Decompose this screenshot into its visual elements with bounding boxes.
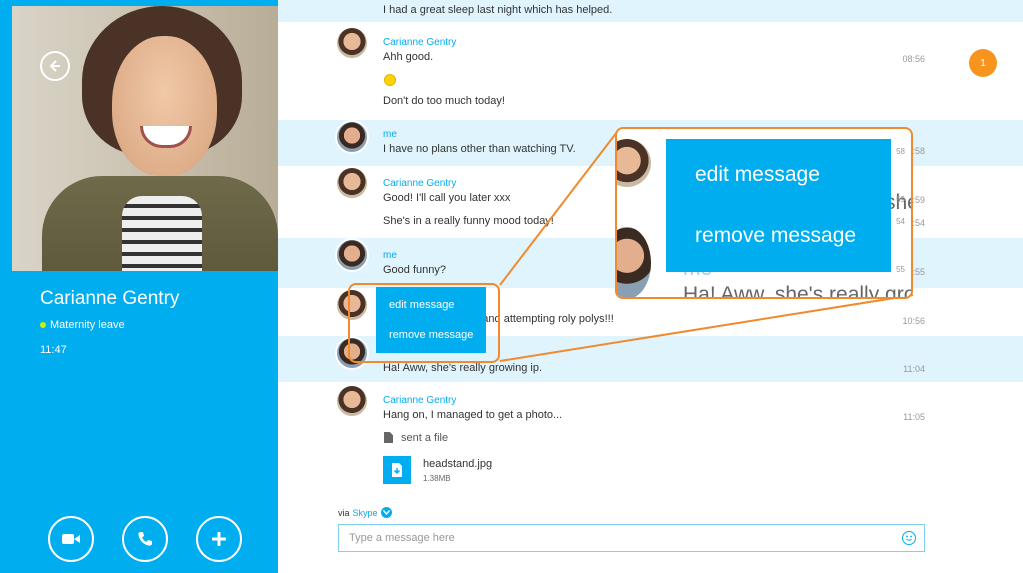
zoom-time: 54	[896, 217, 905, 226]
smiley-emoji-icon	[384, 74, 396, 86]
message-text[interactable]: I had a great sleep last night which has…	[383, 4, 612, 16]
via-brand[interactable]: Skype	[353, 508, 378, 518]
avatar[interactable]	[335, 288, 369, 322]
avatar[interactable]	[335, 336, 369, 370]
avatar[interactable]	[335, 384, 369, 418]
message-text[interactable]: Hang on, I managed to get a photo...	[383, 409, 562, 421]
contact-name: Carianne Gentry	[40, 288, 180, 309]
message-time: 11:05	[903, 412, 925, 422]
status-text: Maternity leave	[50, 319, 125, 331]
message-input[interactable]	[339, 525, 899, 551]
message-text[interactable]: Ahh good.	[383, 51, 433, 63]
remove-message-menu-item[interactable]: remove message	[695, 224, 856, 248]
avatar[interactable]	[335, 120, 369, 154]
sender-name: me	[383, 129, 397, 140]
notification-badge[interactable]: 1	[969, 49, 997, 77]
zoom-callout: she me Ha! Aww, she's really gro 58 59 5…	[615, 127, 913, 299]
file-size: 1.38MB	[423, 474, 451, 483]
zoom-text-fragment: Ha! Aww, she's really gro	[683, 283, 913, 299]
message-time: 11:04	[903, 364, 925, 374]
add-button[interactable]	[196, 516, 242, 562]
avatar[interactable]	[335, 166, 369, 200]
file-download-icon[interactable]	[383, 456, 411, 484]
zoomed-context-menu: edit message remove message	[666, 139, 891, 272]
zoom-time: 58	[896, 147, 905, 156]
video-call-button[interactable]	[48, 516, 94, 562]
zoom-time: 59	[896, 195, 905, 204]
file-name[interactable]: headstand.jpg	[423, 458, 492, 470]
edit-message-menu-item[interactable]: edit message	[695, 163, 820, 187]
sender-name: Carianne Gentry	[383, 178, 457, 189]
file-icon	[384, 432, 393, 443]
zoom-time: 55	[896, 265, 905, 274]
message-text[interactable]: Don't do too much today!	[383, 95, 505, 107]
message-text[interactable]: I have no plans other than watching TV.	[383, 143, 576, 155]
contact-photo	[12, 6, 278, 271]
chevron-down-icon[interactable]	[380, 507, 392, 518]
plus-icon	[212, 532, 226, 546]
avatar[interactable]	[335, 26, 369, 60]
emoticon-icon[interactable]	[902, 531, 916, 545]
contact-local-time: 11:47	[40, 344, 67, 356]
message-time: 08:56	[902, 54, 925, 64]
sender-name: me	[383, 250, 397, 261]
message-text[interactable]: Good funny?	[383, 264, 446, 276]
remove-message-menu-item[interactable]: remove message	[389, 329, 473, 341]
message-composer	[338, 524, 925, 552]
edit-message-menu-item[interactable]: edit message	[389, 299, 454, 311]
video-camera-icon	[62, 534, 80, 544]
via-skype: via Skype	[338, 507, 392, 518]
voice-call-button[interactable]	[122, 516, 168, 562]
avatar	[617, 139, 651, 187]
sender-name: Carianne Gentry	[383, 395, 457, 406]
message-text[interactable]: She's in a really funny mood today!	[383, 215, 554, 227]
contact-panel: Carianne Gentry Maternity leave 11:47	[0, 0, 278, 573]
presence-dot-icon	[40, 322, 46, 328]
file-sent-label: sent a file	[401, 432, 449, 444]
message-text[interactable]: Ha! Aww, she's really growing ip.	[383, 362, 542, 374]
back-arrow-icon[interactable]	[40, 51, 70, 81]
via-prefix: via	[338, 507, 350, 518]
message-time: 10:56	[902, 316, 925, 326]
avatar	[617, 227, 651, 297]
context-menu: edit message remove message	[376, 287, 486, 353]
sender-name: Carianne Gentry	[383, 37, 457, 48]
message-text[interactable]: Good! I'll call you later xxx	[383, 192, 510, 204]
avatar[interactable]	[335, 238, 369, 272]
contact-status: Maternity leave	[40, 319, 125, 331]
phone-icon	[138, 532, 152, 546]
